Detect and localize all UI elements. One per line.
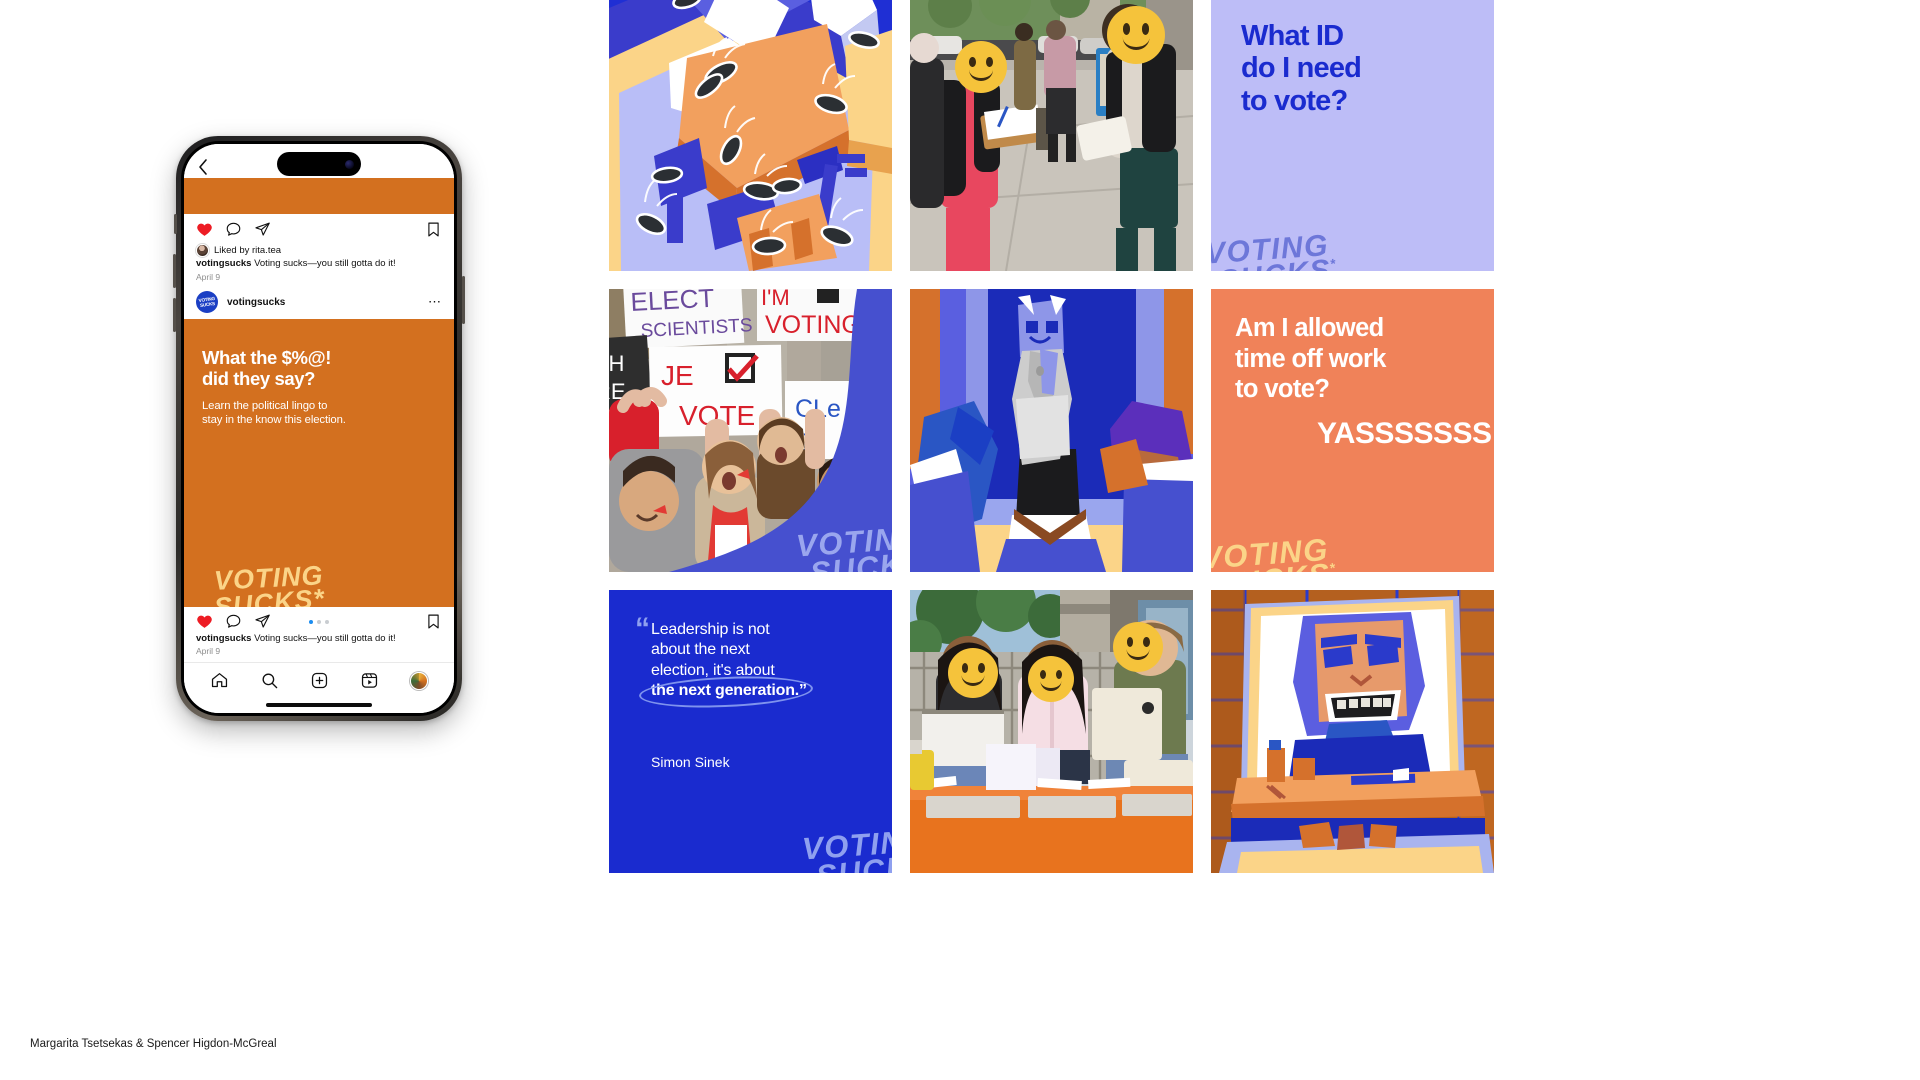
votingsucks-logo: VOTING SUCKS	[800, 822, 892, 873]
smiley-emoji-overlay	[1107, 6, 1165, 64]
post-date-bottom: April 9	[196, 646, 221, 656]
post-author-row[interactable]: VOTING SUCKS votingsucks ⋯	[184, 287, 454, 319]
avatar	[196, 244, 209, 257]
quote-open-mark: “	[635, 612, 650, 645]
profile-avatar[interactable]	[410, 671, 429, 690]
tile-headline: Am I allowed time off work to vote?	[1235, 314, 1386, 404]
reels-icon[interactable]	[360, 671, 379, 690]
previous-post-preview	[184, 178, 454, 214]
grid-tile-laptop-video-call[interactable]	[1211, 590, 1494, 873]
caption-username[interactable]: votingsucks	[196, 258, 251, 269]
grid-tile-protest-signs[interactable]: ELECT SCIENTISTS I'M VOTING TH RE JE	[609, 289, 892, 572]
heart-icon[interactable]	[196, 221, 213, 238]
grid-tile-podium-figures[interactable]	[910, 289, 1193, 572]
heart-icon[interactable]	[196, 613, 213, 630]
caption-username[interactable]: votingsucks	[196, 633, 251, 644]
phone-screen: Posts	[184, 144, 454, 713]
votingsucks-logo: VOTING SUCKS*	[212, 560, 327, 607]
share-icon[interactable]	[254, 221, 271, 238]
volume-up-button[interactable]	[173, 254, 176, 288]
phone-frame: Posts	[173, 136, 465, 721]
share-icon[interactable]	[254, 613, 271, 630]
instagram-grid: What ID do I need to vote? VOTING SUCKS*…	[609, 0, 1920, 1080]
post-action-row-top	[184, 214, 454, 240]
carousel-dot	[317, 619, 321, 624]
post-image-creative[interactable]: What the $%@! did they say? Learn the po…	[184, 319, 454, 607]
more-options-icon[interactable]: ⋯	[428, 296, 442, 308]
home-indicator-area	[184, 696, 454, 713]
app-tab-bar	[184, 662, 454, 696]
creative-headline: What the $%@! did they say?	[202, 347, 331, 390]
volume-down-button[interactable]	[173, 298, 176, 332]
power-button[interactable]	[462, 276, 465, 324]
home-indicator[interactable]	[266, 702, 372, 707]
svg-text:I'M: I'M	[761, 289, 790, 310]
quote-text: Leadership is not about the next electio…	[638, 620, 871, 712]
bookmark-icon[interactable]	[425, 221, 442, 238]
smiley-emoji-overlay	[948, 648, 998, 698]
carousel-dot	[325, 619, 329, 624]
caption-text: Voting sucks—you still gotta do it!	[254, 633, 396, 644]
smiley-emoji-overlay	[1028, 656, 1074, 702]
tile-answer: YASSSSSSS	[1317, 417, 1492, 450]
post-caption-top: votingsucks Voting sucks—you still gotta…	[184, 257, 454, 270]
phone-bezel: Posts	[181, 141, 457, 716]
svg-text:JE: JE	[661, 360, 694, 391]
caption-text: Voting sucks—you still gotta do it!	[254, 258, 396, 269]
author-username[interactable]: votingsucks	[227, 297, 285, 308]
phone-mockup-panel: Posts	[0, 0, 610, 1080]
votingsucks-logo: VOTING SUCKS*	[1211, 531, 1338, 572]
votingsucks-logo: VOTING SUCKS	[794, 519, 892, 572]
grid-tile-time-off-work[interactable]: Am I allowed time off work to vote? YASS…	[1211, 289, 1494, 572]
dynamic-island	[277, 152, 361, 176]
post-date-top: April 9	[196, 272, 221, 283]
screenshot-root: Posts	[0, 0, 1920, 1080]
avatar-logo-text: VOTING SUCKS	[198, 295, 216, 308]
quote-highlight: the next generation.	[638, 673, 814, 712]
liked-by-row[interactable]: Liked by rita.tea	[184, 240, 454, 257]
smiley-emoji-overlay	[1113, 622, 1163, 672]
grid-tile-what-id[interactable]: What ID do I need to vote? VOTING SUCKS*	[1211, 0, 1494, 271]
votingsucks-logo: VOTING SUCKS*	[1211, 229, 1339, 271]
grid-tile-bees-ballot[interactable]	[609, 0, 892, 271]
carousel-dot	[309, 619, 313, 624]
comment-icon[interactable]	[225, 221, 242, 238]
smiley-emoji-overlay	[955, 41, 1007, 93]
front-camera-icon	[345, 159, 354, 169]
post-caption-bottom: votingsucks Voting sucks—you still gotta…	[184, 632, 454, 644]
tile-headline: What ID do I need to vote?	[1241, 20, 1362, 117]
credit-line: Margarita Tsetsekas & Spencer Higdon-McG…	[30, 1038, 277, 1050]
grid-tile-sinek-quote[interactable]: “ Leadership is not about the next elect…	[609, 590, 892, 873]
silent-switch[interactable]	[174, 214, 177, 234]
post-action-row-bottom	[184, 607, 454, 632]
svg-text:ELECT: ELECT	[630, 289, 715, 317]
chevron-left-icon[interactable]	[196, 158, 210, 176]
carousel-dots	[309, 619, 329, 624]
grid-tile-tabling-event[interactable]	[910, 590, 1193, 873]
home-icon[interactable]	[210, 671, 229, 690]
svg-text:TH: TH	[609, 351, 624, 376]
creative-subtext: Learn the political lingo to stay in the…	[202, 399, 346, 426]
bookmark-icon[interactable]	[425, 613, 442, 630]
comment-icon[interactable]	[225, 613, 242, 630]
quote-author: Simon Sinek	[651, 754, 730, 770]
svg-text:VOTING: VOTING	[765, 311, 861, 339]
grid-tile-street-canvassing[interactable]	[910, 0, 1193, 271]
liked-by-label: Liked by rita.tea	[214, 245, 282, 256]
avatar[interactable]: VOTING SUCKS	[196, 291, 218, 314]
search-icon[interactable]	[260, 671, 279, 690]
create-icon[interactable]	[310, 671, 329, 690]
